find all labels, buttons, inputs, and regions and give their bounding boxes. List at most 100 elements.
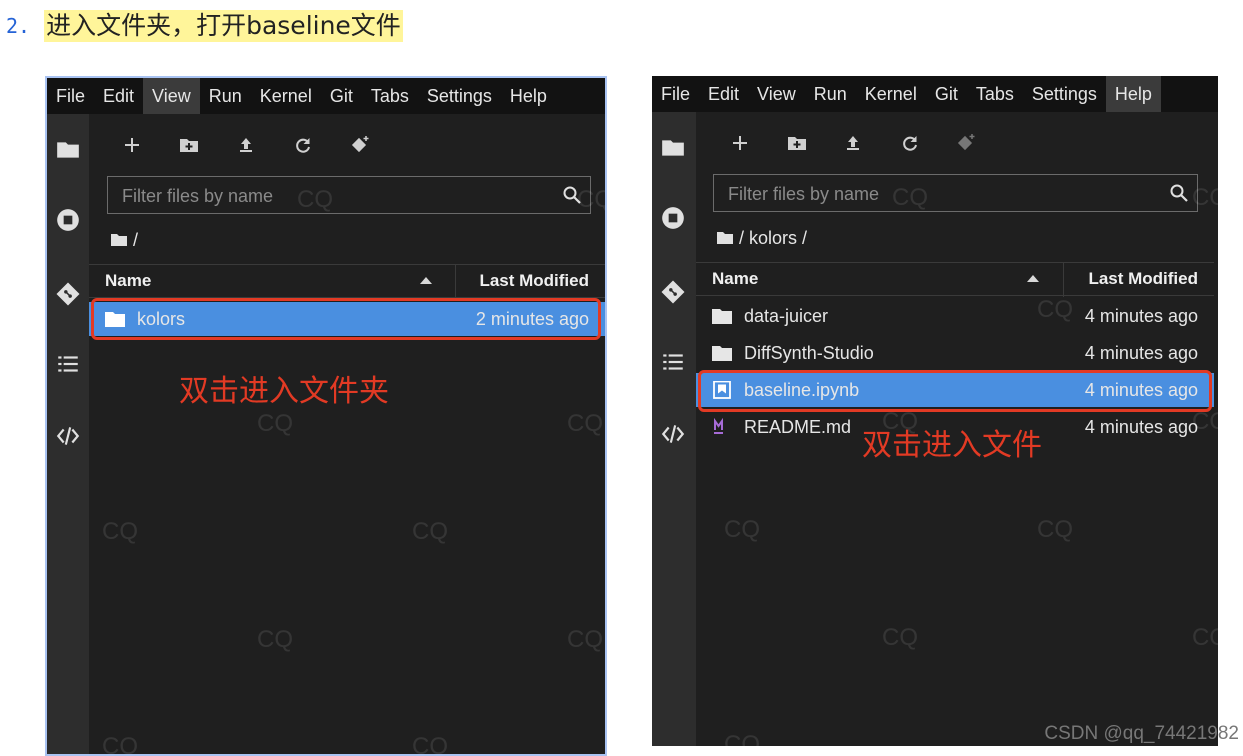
watermark: CQ [567,410,603,437]
new-folder-button[interactable] [174,130,204,160]
watermark: CQ [1037,516,1073,543]
highlight-box [698,370,1212,412]
watermark: CQ [257,410,293,437]
breadcrumb: / [111,228,138,252]
folder-icon[interactable] [659,134,687,162]
home-folder-icon[interactable] [717,231,733,245]
menu-settings[interactable]: Settings [418,78,501,114]
markdown-icon [714,418,723,434]
home-folder-icon[interactable] [111,233,127,247]
menu-tabs[interactable]: Tabs [362,78,418,114]
file-list-header: Name Last Modified [696,262,1214,297]
menu-edit[interactable]: Edit [699,76,748,112]
file-name: README.md [744,417,852,437]
watermark: CQ [412,518,448,545]
file-modified: 4 minutes ago [1084,343,1198,363]
step-text: 进入文件夹，打开baseline文件 [44,10,403,42]
watermark: CQ [1192,184,1218,211]
watermark: CQ [1192,408,1218,435]
file-modified: 4 minutes ago [1084,306,1198,326]
column-divider[interactable] [1063,263,1064,297]
sort-caret-icon[interactable] [420,277,432,284]
step-heading: 2. 进入文件夹，打开baseline文件 [6,10,403,42]
filter-box [107,176,591,214]
menu-edit[interactable]: Edit [94,78,143,114]
menu-kernel[interactable]: Kernel [856,76,926,112]
watermark: CQ [102,733,138,756]
name-column-header[interactable]: Name [105,271,151,291]
git-clone-button[interactable] [951,128,981,158]
code-extension-icon[interactable] [659,420,687,448]
git-icon[interactable] [54,280,82,308]
refresh-button[interactable] [895,128,925,158]
filter-input[interactable] [726,181,1150,207]
watermark: CQ [892,184,928,211]
menu-bar: File Edit View Run Kernel Git Tabs Setti… [652,76,1218,112]
upload-button[interactable] [231,130,261,160]
sort-caret-icon[interactable] [1027,275,1039,282]
running-kernels-icon[interactable] [659,204,687,232]
annotation-text: 双击进入文件夹 [179,374,389,409]
menu-git[interactable]: Git [926,76,967,112]
menu-kernel[interactable]: Kernel [251,78,321,114]
menu-settings[interactable]: Settings [1023,76,1106,112]
jupyterlab-window-left: File Edit View Run Kernel Git Tabs Setti… [45,76,607,756]
menu-git[interactable]: Git [321,78,362,114]
breadcrumb-path[interactable]: / kolors / [739,228,807,249]
file-name: DiffSynth-Studio [744,343,874,363]
git-clone-button[interactable] [345,130,375,160]
menu-tabs[interactable]: Tabs [967,76,1023,112]
file-list-header: Name Last Modified [89,264,605,299]
file-row-data-juicer[interactable]: data-juicer 4 minutes ago [696,299,1214,333]
jupyterlab-window-right: File Edit View Run Kernel Git Tabs Setti… [652,76,1218,746]
file-name: data-juicer [744,306,829,326]
watermark: CQ [1192,624,1218,651]
running-kernels-icon[interactable] [54,206,82,234]
menu-help[interactable]: Help [501,78,556,114]
search-icon [1170,184,1188,202]
table-of-contents-icon[interactable] [659,348,687,376]
watermark: CQ [577,186,605,213]
breadcrumb-path[interactable]: / [133,230,138,251]
left-sidebar [47,114,89,754]
watermark: CQ [1037,296,1073,323]
watermark: CQ [297,186,333,213]
watermark: CQ [882,408,918,435]
file-row-diffsynth-studio[interactable]: DiffSynth-Studio 4 minutes ago [696,336,1214,370]
new-launcher-button[interactable] [117,130,147,160]
last-modified-column-header[interactable]: Last Modified [479,271,589,291]
watermark: CQ [412,733,448,756]
watermark: CQ [257,626,293,653]
step-number: 2. [6,14,31,38]
breadcrumb: / kolors / [717,226,807,250]
filter-box [713,174,1198,212]
highlight-box [91,298,601,340]
menu-file[interactable]: File [652,76,699,112]
new-folder-button[interactable] [782,128,812,158]
folder-icon [712,346,732,361]
menu-bar: File Edit View Run Kernel Git Tabs Setti… [47,78,605,114]
column-divider[interactable] [455,265,456,299]
last-modified-column-header[interactable]: Last Modified [1088,269,1198,289]
watermark: CQ [102,518,138,545]
table-of-contents-icon[interactable] [54,350,82,378]
watermark: CQ [567,626,603,653]
git-icon[interactable] [659,278,687,306]
watermark: CQ [724,731,760,746]
new-launcher-button[interactable] [725,128,755,158]
menu-view[interactable]: View [748,76,805,112]
menu-view[interactable]: View [143,78,200,114]
upload-button[interactable] [838,128,868,158]
menu-help[interactable]: Help [1105,76,1161,112]
menu-run[interactable]: Run [200,78,251,114]
folder-icon[interactable] [54,136,82,164]
file-modified: 4 minutes ago [1084,417,1198,437]
refresh-button[interactable] [288,130,318,160]
code-extension-icon[interactable] [54,422,82,450]
menu-file[interactable]: File [47,78,94,114]
csdn-credit: CSDN @qq_74421982 [1044,723,1239,744]
menu-run[interactable]: Run [805,76,856,112]
folder-icon [712,309,732,324]
name-column-header[interactable]: Name [712,269,758,289]
watermark: CQ [882,624,918,651]
